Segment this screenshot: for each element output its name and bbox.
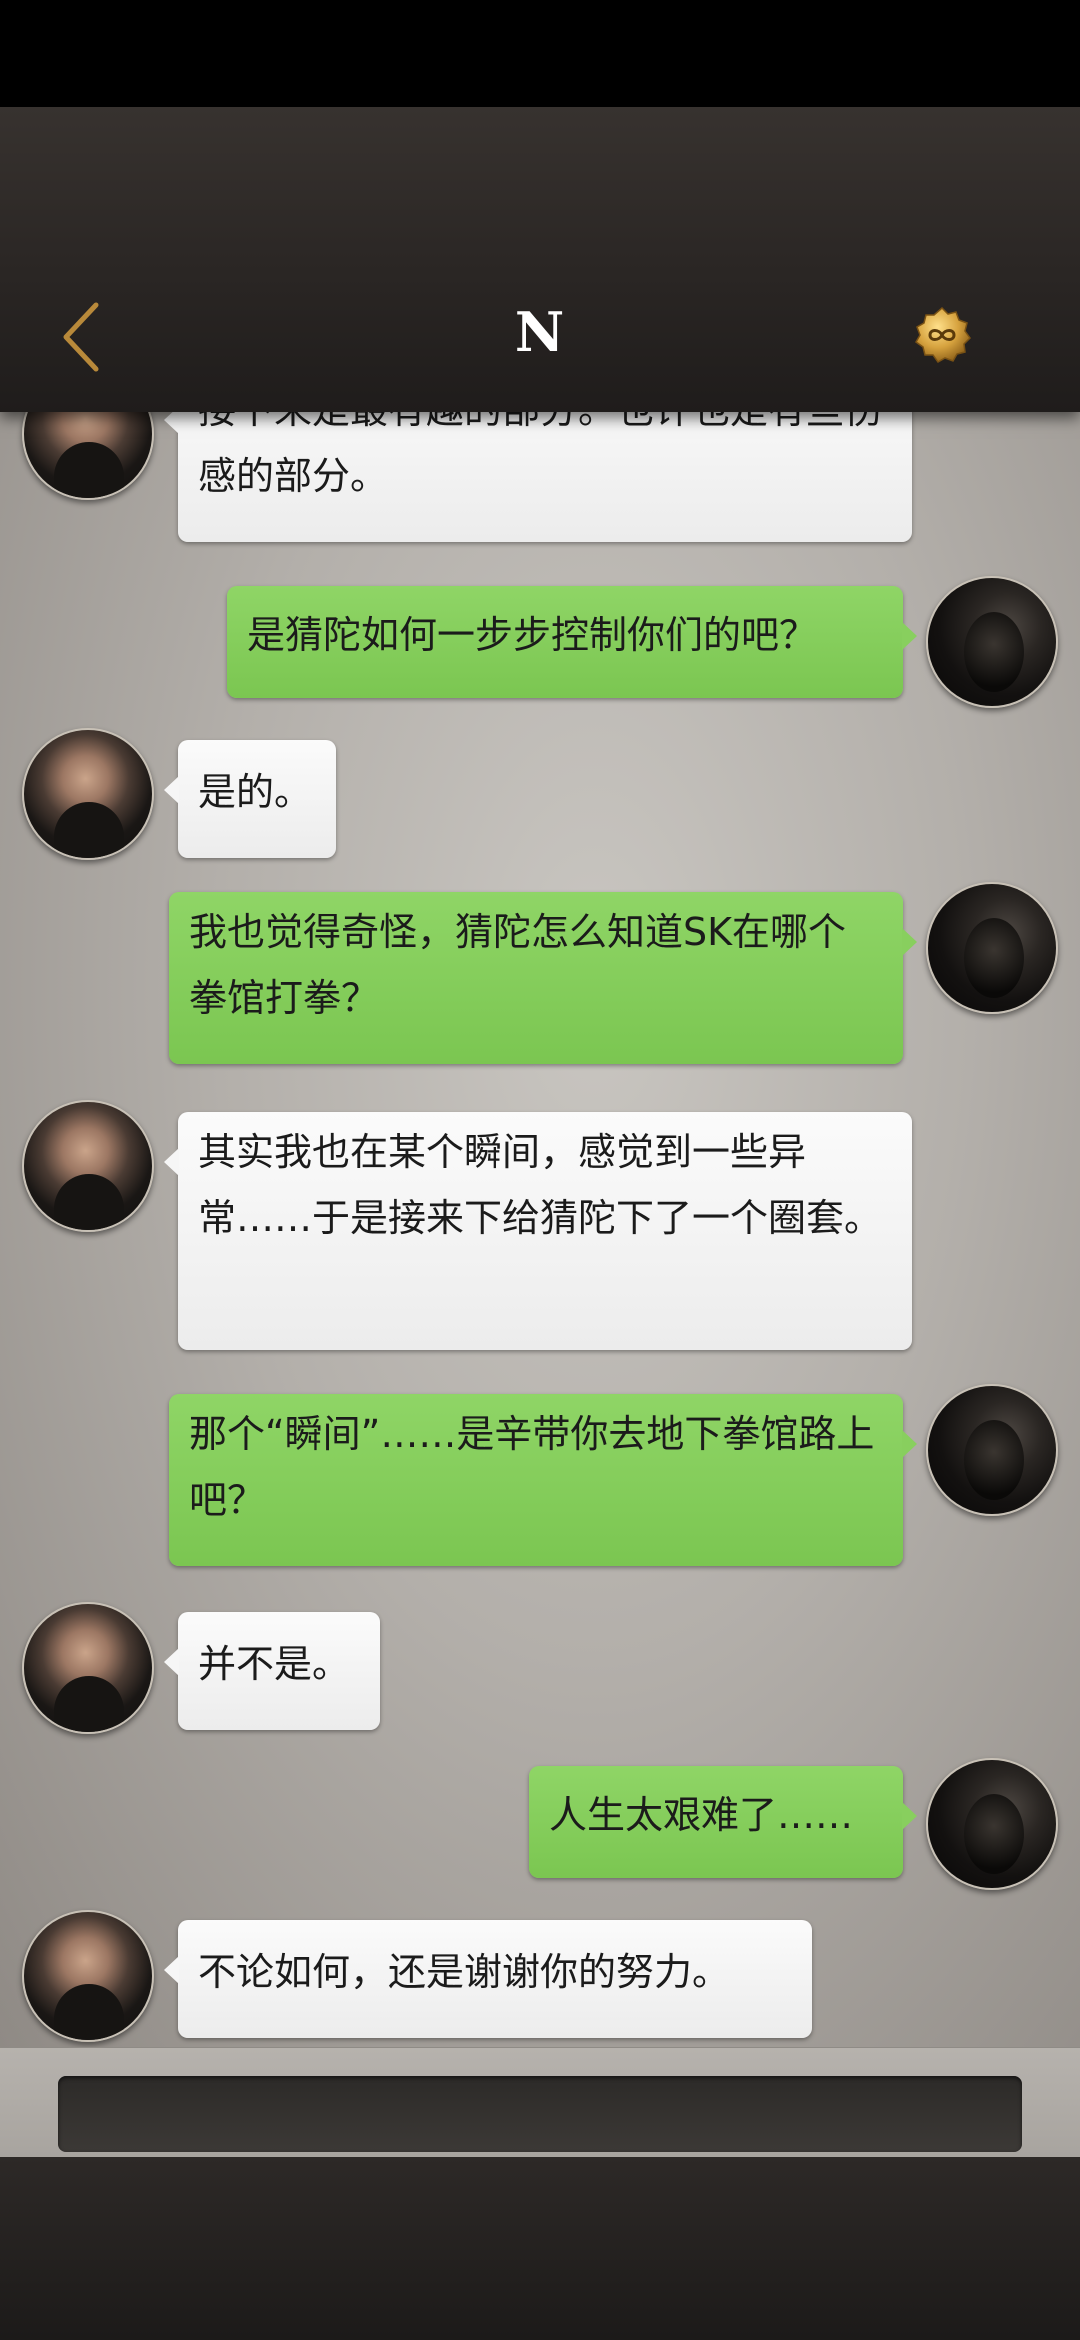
message-text: 是猜陀如何一步步控制你们的吧？ xyxy=(247,613,818,657)
avatar[interactable] xyxy=(926,882,1058,1014)
message-list[interactable]: 接下来是最有趣的部分。也许也是有些伤感的部分。 是猜陀如何一步步控制你们的吧？ … xyxy=(0,412,1080,2047)
avatar[interactable] xyxy=(22,412,154,500)
message-bubble[interactable]: 是猜陀如何一步步控制你们的吧？ xyxy=(227,586,917,698)
avatar[interactable] xyxy=(22,728,154,860)
avatar[interactable] xyxy=(22,1910,154,2042)
message-bubble[interactable]: 接下来是最有趣的部分。也许也是有些伤感的部分。 xyxy=(164,412,912,542)
top-navigation-bar: N xyxy=(0,107,1080,412)
avatar[interactable] xyxy=(926,1758,1058,1890)
message-text: 接下来是最有趣的部分。也许也是有些伤感的部分。 xyxy=(198,412,882,498)
message-text: 不论如何，还是谢谢你的努力。 xyxy=(198,1950,731,1994)
chat-screen: N 接下来是最有趣的部分。也许也是有些伤感的部分。 xyxy=(0,0,1080,2340)
bottom-bar xyxy=(0,2157,1080,2340)
message-text: 是的。 xyxy=(198,770,313,814)
avatar[interactable] xyxy=(926,576,1058,708)
message-input[interactable] xyxy=(58,2076,1022,2152)
message-bubble[interactable]: 其实我也在某个瞬间，感觉到一些异常……于是接来下给猜陀下了一个圈套。 xyxy=(164,1112,912,1350)
message-text: 其实我也在某个瞬间，感觉到一些异常……于是接来下给猜陀下了一个圈套。 xyxy=(198,1130,883,1240)
message-text: 那个“瞬间”……是辛带你去地下拳馆路上吧？ xyxy=(189,1412,875,1522)
gold-badge-icon xyxy=(915,306,971,363)
message-bubble[interactable]: 不论如何，还是谢谢你的努力。 xyxy=(164,1920,812,2038)
message-bubble[interactable]: 是的。 xyxy=(164,740,336,858)
input-bar xyxy=(0,2047,1080,2157)
avatar[interactable] xyxy=(926,1384,1058,1516)
avatar[interactable] xyxy=(22,1602,154,1734)
message-bubble[interactable]: 我也觉得奇怪，猜陀怎么知道SK在哪个拳馆打拳？ xyxy=(169,892,917,1064)
message-bubble[interactable]: 并不是。 xyxy=(164,1612,380,1730)
message-text: 并不是。 xyxy=(198,1642,351,1686)
menu-button[interactable] xyxy=(912,305,972,365)
message-text: 我也觉得奇怪，猜陀怎么知道SK在哪个拳馆打拳？ xyxy=(189,910,847,1020)
avatar[interactable] xyxy=(22,1100,154,1232)
message-bubble[interactable]: 那个“瞬间”……是辛带你去地下拳馆路上吧？ xyxy=(169,1394,917,1566)
message-bubble[interactable]: 人生太艰难了…… xyxy=(529,1766,917,1878)
status-bar xyxy=(0,0,1080,107)
message-text: 人生太艰难了…… xyxy=(549,1793,854,1837)
